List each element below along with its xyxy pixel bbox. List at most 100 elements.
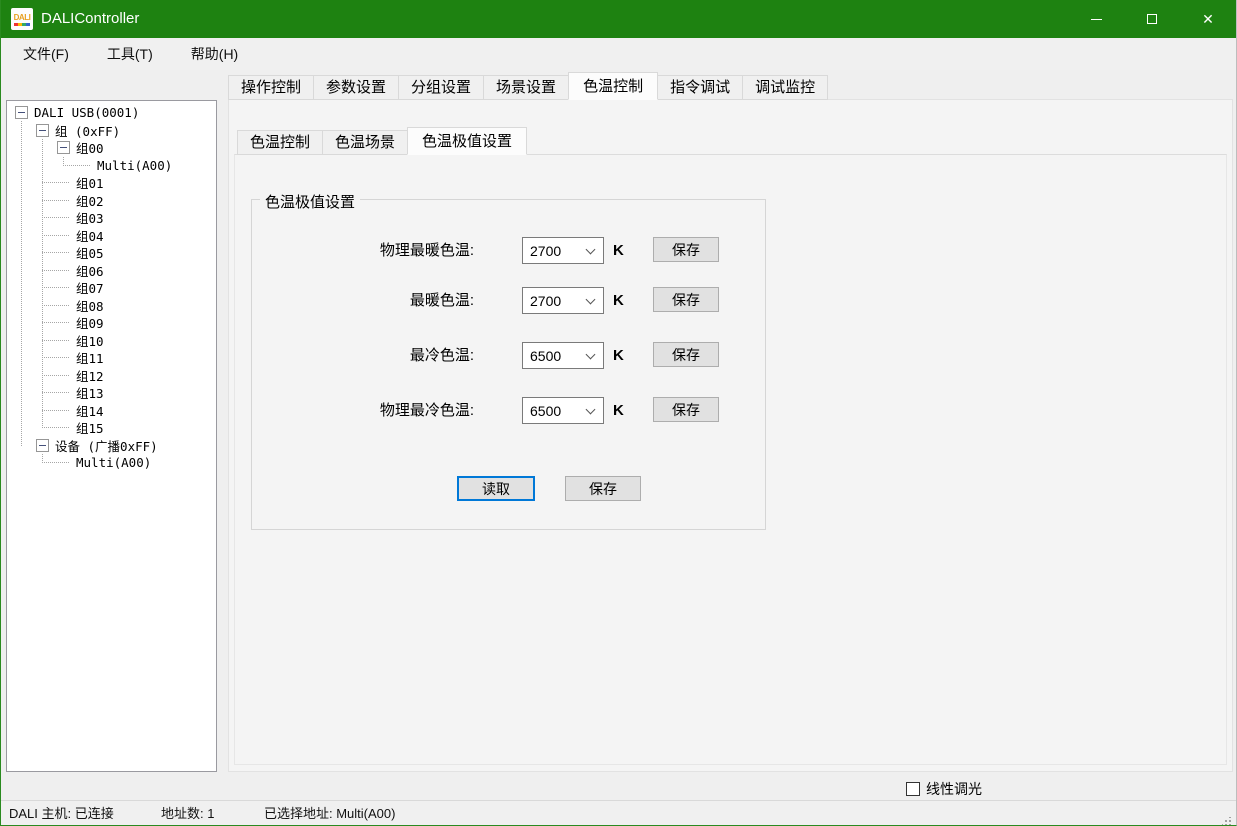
tab-command-debug[interactable]: 指令调试 xyxy=(657,75,743,100)
tree-item-group06[interactable]: 组06 xyxy=(7,262,216,280)
resize-grip[interactable] xyxy=(1222,817,1232,826)
coolest-save-button[interactable]: 保存 xyxy=(653,342,719,367)
phys-coolest-save-button[interactable]: 保存 xyxy=(653,397,719,422)
tree-item-label: 设备 (广播0xFF) xyxy=(55,436,158,455)
combobox-value: 6500 xyxy=(530,403,561,419)
close-icon: ✕ xyxy=(1202,12,1214,26)
linear-dimming-checkbox-group[interactable]: 线性调光 xyxy=(906,779,982,799)
status-bar: DALI 主机: 已连接 地址数: 1 已选择地址: Multi(A00) xyxy=(1,800,1236,826)
menu-help[interactable]: 帮助(H) xyxy=(179,39,250,69)
read-button[interactable]: 读取 xyxy=(457,476,535,501)
phys-coolest-label: 物理最冷色温: xyxy=(252,397,474,424)
menu-tools[interactable]: 工具(T) xyxy=(95,39,165,69)
device-tree-panel: DALI USB(0001) 组 (0xFF) 组00 Multi(A00) 组… xyxy=(6,100,217,772)
tree-item-label: 组14 xyxy=(76,401,104,420)
chevron-down-icon xyxy=(586,350,596,360)
linear-dimming-label: 线性调光 xyxy=(926,779,982,799)
tree-collapse-icon[interactable] xyxy=(36,124,49,137)
color-temp-limits-groupbox: 色温极值设置 物理最暖色温: 2700 K 保存 最暖色温: 2700 K 保存… xyxy=(251,199,766,530)
combobox-value: 2700 xyxy=(530,293,561,309)
tree-item-multi-a00-device[interactable]: Multi(A00) xyxy=(7,454,216,472)
tree-collapse-icon[interactable] xyxy=(57,141,70,154)
tree-item-group08[interactable]: 组08 xyxy=(7,297,216,315)
tree-item-group07[interactable]: 组07 xyxy=(7,279,216,297)
chevron-down-icon xyxy=(586,405,596,415)
status-selected-address: 已选择地址: Multi(A00) xyxy=(264,801,395,826)
unit-kelvin: K xyxy=(613,237,624,264)
tree-item-group00[interactable]: 组00 xyxy=(7,139,216,157)
unit-kelvin: K xyxy=(613,342,624,369)
app-window: DALI DALIController ✕ 文件(F) 工具(T) 帮助(H) … xyxy=(0,0,1237,826)
groupbox-title: 色温极值设置 xyxy=(260,191,360,212)
unit-kelvin: K xyxy=(613,287,624,314)
status-host-connection: DALI 主机: 已连接 xyxy=(9,801,114,826)
subtab-color-temp-limits[interactable]: 色温极值设置 xyxy=(407,127,527,155)
subtab-color-temp-scene[interactable]: 色温场景 xyxy=(322,130,408,155)
tree-item-label: 组07 xyxy=(76,278,104,297)
tab-scene-settings[interactable]: 场景设置 xyxy=(483,75,569,100)
tree-item-label: Multi(A00) xyxy=(97,158,172,173)
tree-item-dali-usb[interactable]: DALI USB(0001) xyxy=(7,104,216,122)
minimize-button[interactable] xyxy=(1068,0,1124,38)
warmest-label: 最暖色温: xyxy=(252,287,474,314)
tree-collapse-icon[interactable] xyxy=(36,439,49,452)
phys-warmest-combobox[interactable]: 2700 xyxy=(522,237,604,264)
tree-item-group01[interactable]: 组01 xyxy=(7,174,216,192)
maximize-icon xyxy=(1147,14,1157,24)
main-tab-strip: 操作控制 参数设置 分组设置 场景设置 色温控制 指令调试 调试监控 xyxy=(228,74,827,100)
tab-grouping-settings[interactable]: 分组设置 xyxy=(398,75,484,100)
tree-item-group14[interactable]: 组14 xyxy=(7,402,216,420)
device-tree: DALI USB(0001) 组 (0xFF) 组00 Multi(A00) 组… xyxy=(7,101,216,472)
tree-item-label: 组03 xyxy=(76,208,104,227)
tree-item-group05[interactable]: 组05 xyxy=(7,244,216,262)
tree-item-label: Multi(A00) xyxy=(76,455,151,470)
tree-collapse-icon[interactable] xyxy=(15,106,28,119)
title-bar: DALI DALIController ✕ xyxy=(1,0,1236,38)
tree-item-label: 组00 xyxy=(76,138,104,157)
tab-parameter-settings[interactable]: 参数设置 xyxy=(313,75,399,100)
menu-file[interactable]: 文件(F) xyxy=(11,39,81,69)
warmest-combobox[interactable]: 2700 xyxy=(522,287,604,314)
tree-item-group02[interactable]: 组02 xyxy=(7,192,216,210)
tree-item-group11[interactable]: 组11 xyxy=(7,349,216,367)
app-icon-color-strip xyxy=(14,23,30,26)
maximize-button[interactable] xyxy=(1124,0,1180,38)
tree-item-group10[interactable]: 组10 xyxy=(7,332,216,350)
tree-item-group03[interactable]: 组03 xyxy=(7,209,216,227)
phys-warmest-label: 物理最暖色温: xyxy=(252,237,474,264)
tree-item-label: 组12 xyxy=(76,366,104,385)
chevron-down-icon xyxy=(586,245,596,255)
checkbox-unchecked-icon[interactable] xyxy=(906,782,920,796)
subtab-color-temp-control[interactable]: 色温控制 xyxy=(237,130,323,155)
tree-item-device-broadcast[interactable]: 设备 (广播0xFF) xyxy=(7,437,216,455)
tab-color-temp-control[interactable]: 色温控制 xyxy=(568,72,658,100)
tab-operation-control[interactable]: 操作控制 xyxy=(228,75,314,100)
tree-item-label: 组11 xyxy=(76,348,104,367)
app-icon: DALI xyxy=(11,8,33,30)
tree-item-group13[interactable]: 组13 xyxy=(7,384,216,402)
minimize-icon xyxy=(1091,19,1102,20)
tree-item-group04[interactable]: 组04 xyxy=(7,227,216,245)
tree-item-multi-a00[interactable]: Multi(A00) xyxy=(7,157,216,175)
tree-item-label: 组09 xyxy=(76,313,104,332)
chevron-down-icon xyxy=(586,295,596,305)
save-all-button[interactable]: 保存 xyxy=(565,476,641,501)
close-button[interactable]: ✕ xyxy=(1180,0,1236,38)
phys-warmest-save-button[interactable]: 保存 xyxy=(653,237,719,262)
tree-item-label: 组 (0xFF) xyxy=(55,121,120,140)
tree-item-label: 组02 xyxy=(76,191,104,210)
tree-item-label: 组05 xyxy=(76,243,104,262)
tree-item-group09[interactable]: 组09 xyxy=(7,314,216,332)
tree-item-label: 组04 xyxy=(76,226,104,245)
window-title: DALIController xyxy=(41,0,139,38)
menu-bar: 文件(F) 工具(T) 帮助(H) xyxy=(1,38,1236,70)
tree-item-label: 组10 xyxy=(76,331,104,350)
tree-item-group12[interactable]: 组12 xyxy=(7,367,216,385)
tree-item-group15[interactable]: 组15 xyxy=(7,419,216,437)
window-controls: ✕ xyxy=(1068,0,1236,38)
phys-coolest-combobox[interactable]: 6500 xyxy=(522,397,604,424)
coolest-combobox[interactable]: 6500 xyxy=(522,342,604,369)
warmest-save-button[interactable]: 保存 xyxy=(653,287,719,312)
tab-debug-monitor[interactable]: 调试监控 xyxy=(742,75,828,100)
tree-item-group-root[interactable]: 组 (0xFF) xyxy=(7,122,216,140)
